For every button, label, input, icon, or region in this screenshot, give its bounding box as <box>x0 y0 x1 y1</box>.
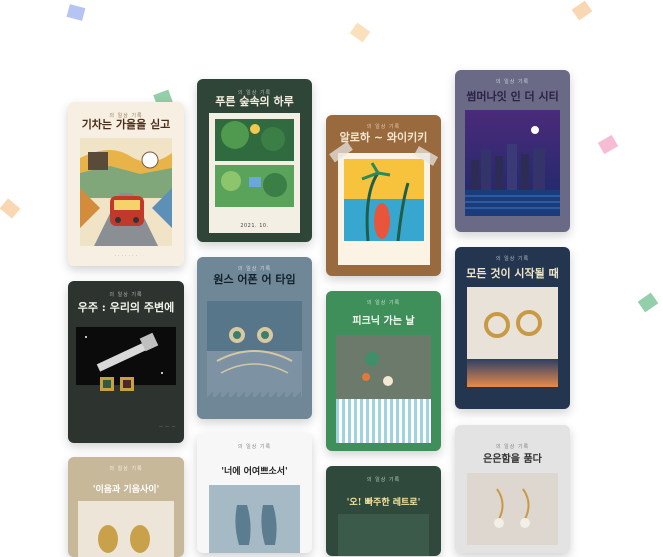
card-subtitle: 의 일상 기록 <box>109 466 143 472</box>
template-card-forest[interactable]: 의 일상 기록 푸른 숲속의 하루 2021. 10. <box>197 79 312 242</box>
card-title: 모든 것이 시작될 때 <box>466 267 559 280</box>
confetti-pink <box>597 134 619 155</box>
template-card-leaf[interactable]: 의 일상 기록 '이음과 기음사이' <box>68 457 184 557</box>
card-caption: 2021. 10. <box>240 223 269 229</box>
card-photo-earrings <box>98 373 138 397</box>
card-title: '너에 어여쁘소서' <box>221 467 288 477</box>
card-illustration <box>209 113 300 233</box>
card-photo <box>467 287 558 359</box>
template-card-retro-white[interactable]: 의 일상 기록 '너에 어여쁘소서' <box>197 433 312 553</box>
card-photo <box>336 335 431 405</box>
card-stripes <box>336 399 431 443</box>
card-illustration <box>338 153 430 265</box>
confetti-yellow <box>349 22 371 43</box>
card-photo <box>78 501 174 557</box>
card-title: 기차는 가을을 싣고 <box>81 118 171 131</box>
template-card-beginning[interactable]: 의 일상 기록 모든 것이 시작될 때 <box>455 247 570 409</box>
card-subtitle: 의 일상 기록 <box>495 79 530 85</box>
card-photo <box>467 473 558 545</box>
card-title: 우주 : 우리의 주변에 <box>77 301 175 314</box>
card-subtitle: 의 일상 기록 <box>495 444 530 450</box>
card-photo <box>209 485 300 553</box>
template-card-once-upon[interactable]: 의 일상 기록 원스 어폰 어 타임 <box>197 257 312 419</box>
card-subtitle: 의 일상 기록 <box>495 256 530 262</box>
card-footer: — — — <box>158 424 176 429</box>
template-card-subtle[interactable]: 의 일상 기록 은은함을 품다 <box>455 425 570 553</box>
card-title: 은은함을 품다 <box>483 454 542 465</box>
template-card-oh-retro[interactable]: 의 일상 기록 '오! 빠주한 레트로' <box>326 466 441 556</box>
card-photo <box>207 301 302 397</box>
template-card-space[interactable]: 의 일상 기록 우주 : 우리의 주변에 — — — <box>68 281 184 443</box>
card-illustration <box>80 138 172 246</box>
card-subtitle: 의 일상 기록 <box>109 292 143 298</box>
card-subtitle: 의 일상 기록 <box>366 477 401 483</box>
card-footer: · · · · · · · <box>114 253 138 258</box>
card-title: '오! 빠주한 레트로' <box>346 498 421 508</box>
card-sunset <box>467 359 558 387</box>
template-card-summer-night[interactable]: 의 일상 기록 썸머나잇 인 더 시티 <box>455 70 570 232</box>
card-title: 피크닉 가는 날 <box>352 316 415 327</box>
confetti-green-right <box>637 292 659 313</box>
card-subtitle: 의 일상 기록 <box>366 124 401 130</box>
torn-paper-edge <box>197 391 312 399</box>
template-card-aloha[interactable]: 의 일상 기록 알로하 ~ 와이키키 <box>326 115 441 276</box>
card-title: '이음과 기음사이' <box>92 485 160 495</box>
template-card-picnic[interactable]: 의 일상 기록 피크닉 가는 날 <box>326 291 441 451</box>
card-photo <box>338 514 429 556</box>
card-subtitle: 의 일상 기록 <box>237 444 272 450</box>
card-title: 원스 어폰 어 타임 <box>213 273 296 286</box>
confetti-orange <box>0 198 21 219</box>
card-subtitle: 의 일상 기록 <box>366 300 401 306</box>
template-card-train[interactable]: 의 일상 기록 기차는 가을을 싣고 · · · · · · · <box>68 102 184 266</box>
card-subtitle: 의 일상 기록 <box>237 266 272 272</box>
card-title: 푸른 숲속의 하루 <box>215 95 294 108</box>
confetti-peach <box>571 0 593 21</box>
confetti-blue <box>66 4 86 21</box>
card-title: 썸머나잇 인 더 시티 <box>466 90 559 103</box>
card-photo <box>465 110 560 216</box>
